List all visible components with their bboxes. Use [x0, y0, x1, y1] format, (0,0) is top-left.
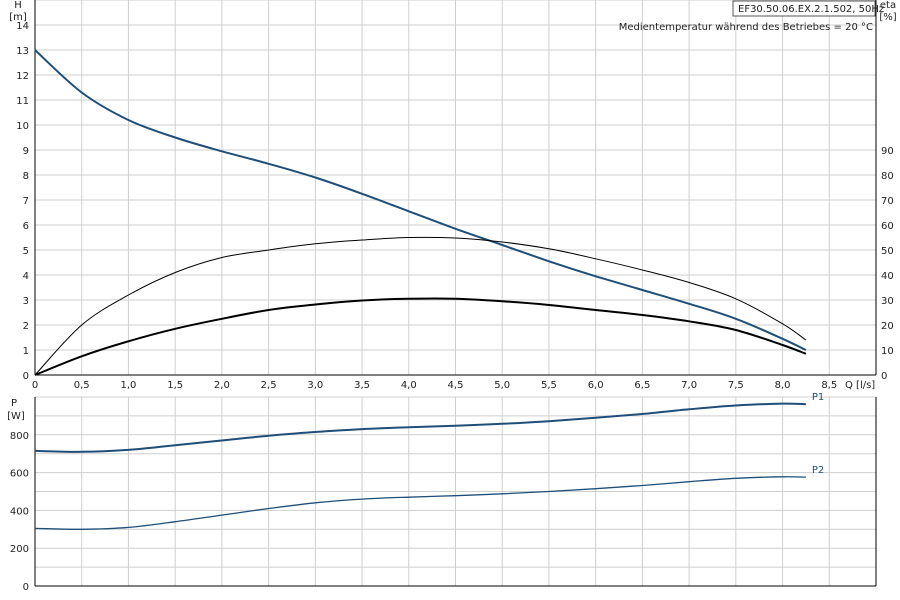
x-tick-label: 6,5	[634, 380, 650, 391]
y2-tick-label: 40	[881, 271, 894, 282]
y-tick-label: 2	[23, 321, 29, 332]
x-tick-label: 5,0	[494, 380, 510, 391]
y-tick-label: 1	[23, 346, 29, 357]
y-tick-label: 0	[23, 371, 29, 382]
x-tick-label: 1,0	[120, 380, 136, 391]
chart-subtitle: Medientemperatur während des Betriebes =…	[619, 22, 873, 33]
x-tick-label: 5,5	[541, 380, 557, 391]
x-tick-label: 2,5	[261, 380, 277, 391]
y2-tick-label: 50	[881, 246, 894, 257]
y2-tick-label: 10	[881, 346, 894, 357]
p1-power-curve	[34, 402, 806, 453]
pump-curve-chart: EF30.50.06.EX.2.1.502, 50Hz Medientemper…	[7, 0, 897, 593]
y-axis-unit-p: [W]	[7, 411, 25, 422]
p-tick-label: 800	[10, 431, 29, 442]
efficiency-curve	[34, 236, 807, 376]
y-tick-label: 10	[16, 121, 29, 132]
y-tick-label: 8	[23, 171, 29, 182]
p-tick-label: 600	[10, 469, 29, 480]
x-tick-label: 7,0	[681, 380, 697, 391]
x-tick-label: 7,5	[728, 380, 744, 391]
y2-axis-unit-eta: [%]	[879, 12, 896, 23]
x-tick-label: 2,0	[214, 380, 230, 391]
y-tick-label: 11	[16, 96, 29, 107]
p-tick-label: 400	[10, 506, 29, 517]
bottom-tick-labels: 0 200 400 600 800	[10, 431, 29, 593]
y2-tick-label: 80	[881, 171, 894, 182]
y2-tick-label: 90	[881, 146, 894, 157]
top-series-group	[34, 49, 807, 376]
x-tick-label: 6,0	[588, 380, 604, 391]
y-tick-label: 14	[16, 21, 29, 32]
p-tick-label: 200	[10, 544, 29, 555]
y2-tick-label: 70	[881, 196, 894, 207]
x-tick-label: 4,5	[448, 380, 464, 391]
p-tick-label: 0	[23, 582, 29, 593]
y-tick-label: 6	[23, 221, 29, 232]
y2-tick-label: 20	[881, 321, 894, 332]
top-plot-grid	[34, 0, 877, 376]
y-tick-label: 9	[23, 146, 29, 157]
y2-tick-label: 30	[881, 296, 894, 307]
series-label-p2: P2	[812, 465, 824, 476]
series-label-p1: P1	[812, 392, 824, 403]
y-tick-label: 13	[16, 46, 29, 57]
x-tick-label: 1,5	[167, 380, 183, 391]
y-tick-label: 4	[23, 271, 29, 282]
y-tick-label: 3	[23, 296, 29, 307]
x-tick-label: 8,0	[775, 380, 791, 391]
y-tick-label: 5	[23, 246, 29, 257]
y-tick-label: 7	[23, 196, 29, 207]
y2-tick-label: 60	[881, 221, 894, 232]
y2-tick-label: 0	[881, 371, 887, 382]
y-axis-label-p: P	[11, 398, 17, 409]
y-tick-label: 12	[16, 71, 29, 82]
chart-title: EF30.50.06.EX.2.1.502, 50Hz	[738, 4, 884, 15]
p2-power-curve	[34, 476, 806, 530]
x-tick-label: 3,5	[354, 380, 370, 391]
y-axis-label-h: H	[14, 0, 22, 11]
bottom-series-group: P1 P2	[34, 392, 824, 530]
x-tick-label: 3,0	[307, 380, 323, 391]
x-tick-label: 0,5	[74, 380, 90, 391]
x-tick-label: 4,0	[401, 380, 417, 391]
x-tick-label: 0	[32, 380, 38, 391]
y2-axis-label-eta: eta	[880, 0, 896, 11]
x-tick-label: 8,5	[821, 380, 837, 391]
npsh-curve	[34, 297, 807, 376]
x-axis-label: Q [l/s]	[845, 380, 875, 391]
